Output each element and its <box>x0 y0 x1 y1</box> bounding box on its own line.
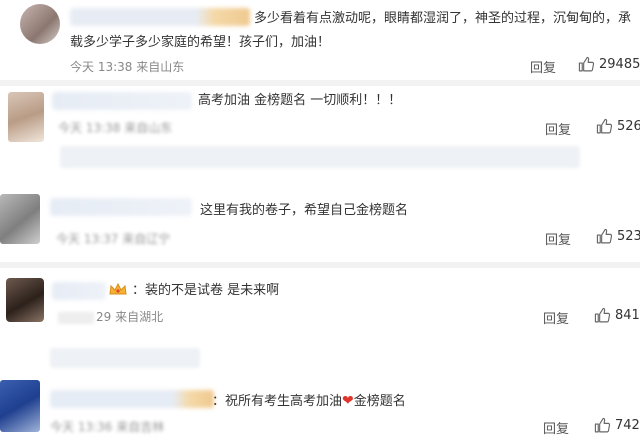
comment-text-line2: 载多少学子多少家庭的希望！孩子们，加油！ <box>70 35 331 50</box>
username-redacted <box>52 282 106 300</box>
sub-reply-redacted <box>60 146 580 168</box>
comment-text: 高考加油 金榜题名 一切顺利！！！ <box>198 93 402 108</box>
reply-button[interactable]: 回复 <box>545 119 571 138</box>
reply-button[interactable]: 回复 <box>543 308 569 327</box>
thumbs-up-icon <box>578 56 595 72</box>
avatar[interactable] <box>0 380 40 432</box>
reply-button[interactable]: 回复 <box>545 229 571 248</box>
comment-meta: 今天 13:37 来自辽宁 <box>56 232 171 246</box>
thumbs-up-icon <box>596 118 613 134</box>
comment-1: 多少看着有点激动呢，眼睛都湿润了，神圣的过程，沉甸甸的，承 载多少学子多少家庭的… <box>0 0 640 78</box>
username-redacted <box>70 8 250 26</box>
comment-2: 高考加油 金榜题名 一切顺利！！！ 今天 13:38 来自山东 回复 526 <box>0 86 640 178</box>
comment-meta: 今天 13:38 来自山东 <box>58 121 173 135</box>
comment-text: 这里有我的卷子，希望自己金榜题名 <box>200 203 409 218</box>
comment-meta: 29 来自湖北 <box>58 308 163 325</box>
thumbs-up-icon <box>594 417 611 433</box>
comment-text-line1: 多少看着有点激动呢，眼睛都湿润了，神圣的过程，沉甸甸的，承 <box>254 11 632 26</box>
comment-5: ：祝所有考生高考加油❤金榜题名 今天 13:36 来自吉林 回复 742 <box>0 376 640 440</box>
thumbs-up-icon <box>594 307 611 323</box>
username-redacted <box>52 92 192 110</box>
vip-crown-icon <box>109 282 127 295</box>
comment-3: 这里有我的卷子，希望自己金榜题名 今天 13:37 来自辽宁 回复 523 <box>0 186 640 262</box>
avatar[interactable] <box>0 194 40 244</box>
like-button[interactable]: 526 <box>596 118 640 135</box>
comment-meta-text: 29 来自湖北 <box>96 310 164 324</box>
comment-text: ：装的不是试卷 是未来啊 <box>108 280 279 302</box>
heart-icon: ❤ <box>342 393 354 409</box>
comment-body: ：装的不是试卷 是未来啊 <box>132 283 280 298</box>
comment-text-after: 金榜题名 <box>353 394 406 409</box>
avatar[interactable] <box>8 92 44 142</box>
like-count: 742 <box>615 418 640 433</box>
sub-reply-redacted <box>50 348 200 368</box>
like-button[interactable]: 742 <box>594 417 640 434</box>
username-redacted <box>50 390 214 408</box>
like-count: 841 <box>615 308 640 323</box>
comment-meta: 今天 13:38 来自山东 <box>70 60 185 74</box>
avatar[interactable] <box>6 278 44 322</box>
meta-redacted <box>58 311 94 324</box>
avatar[interactable] <box>20 4 60 44</box>
like-button[interactable]: 29485 <box>578 56 640 73</box>
comment-text: ：祝所有考生高考加油❤金榜题名 <box>212 393 406 409</box>
comment-4: ：装的不是试卷 是未来啊 29 来自湖北 回复 841 <box>0 268 640 374</box>
comment-text-before: 祝所有考生高考加油 <box>225 394 343 409</box>
reply-button[interactable]: 回复 <box>543 418 569 437</box>
reply-button[interactable]: 回复 <box>530 57 556 76</box>
like-button[interactable]: 841 <box>594 307 640 324</box>
comment-meta: 今天 13:36 来自吉林 <box>50 420 165 434</box>
like-button[interactable]: 523 <box>596 228 640 245</box>
like-count: 523 <box>617 229 640 244</box>
thumbs-up-icon <box>596 228 613 244</box>
like-count: 526 <box>617 119 640 134</box>
like-count: 29485 <box>599 57 640 72</box>
username-redacted <box>50 198 192 216</box>
